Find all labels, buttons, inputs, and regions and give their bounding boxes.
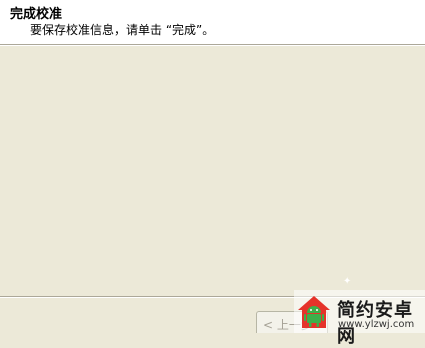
page-title: 完成校准 bbox=[10, 7, 63, 22]
content-area bbox=[0, 46, 425, 296]
watermark: 简约安卓网 www.ylzwj.com bbox=[294, 290, 425, 347]
page-description: 要保存校准信息，请单击 “完成”。 bbox=[30, 23, 215, 37]
wizard-header: 完成校准 要保存校准信息，请单击 “完成”。 bbox=[0, 0, 425, 45]
android-house-icon bbox=[298, 296, 330, 328]
watermark-url: www.ylzwj.com bbox=[338, 319, 415, 330]
sparkle-icon: ✦ bbox=[343, 276, 352, 287]
